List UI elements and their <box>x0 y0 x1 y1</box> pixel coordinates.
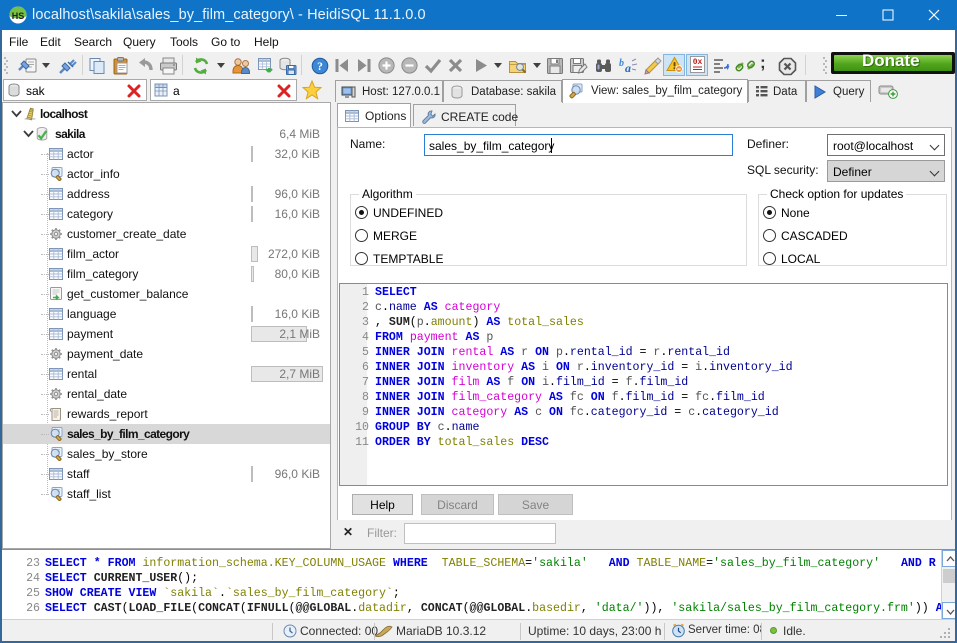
svg-text:?: ? <box>317 61 323 73</box>
svg-text:HS: HS <box>12 11 25 21</box>
svg-text:0x: 0x <box>693 58 703 67</box>
svg-text:a: a <box>625 61 631 75</box>
svg-text:b: b <box>619 58 624 69</box>
